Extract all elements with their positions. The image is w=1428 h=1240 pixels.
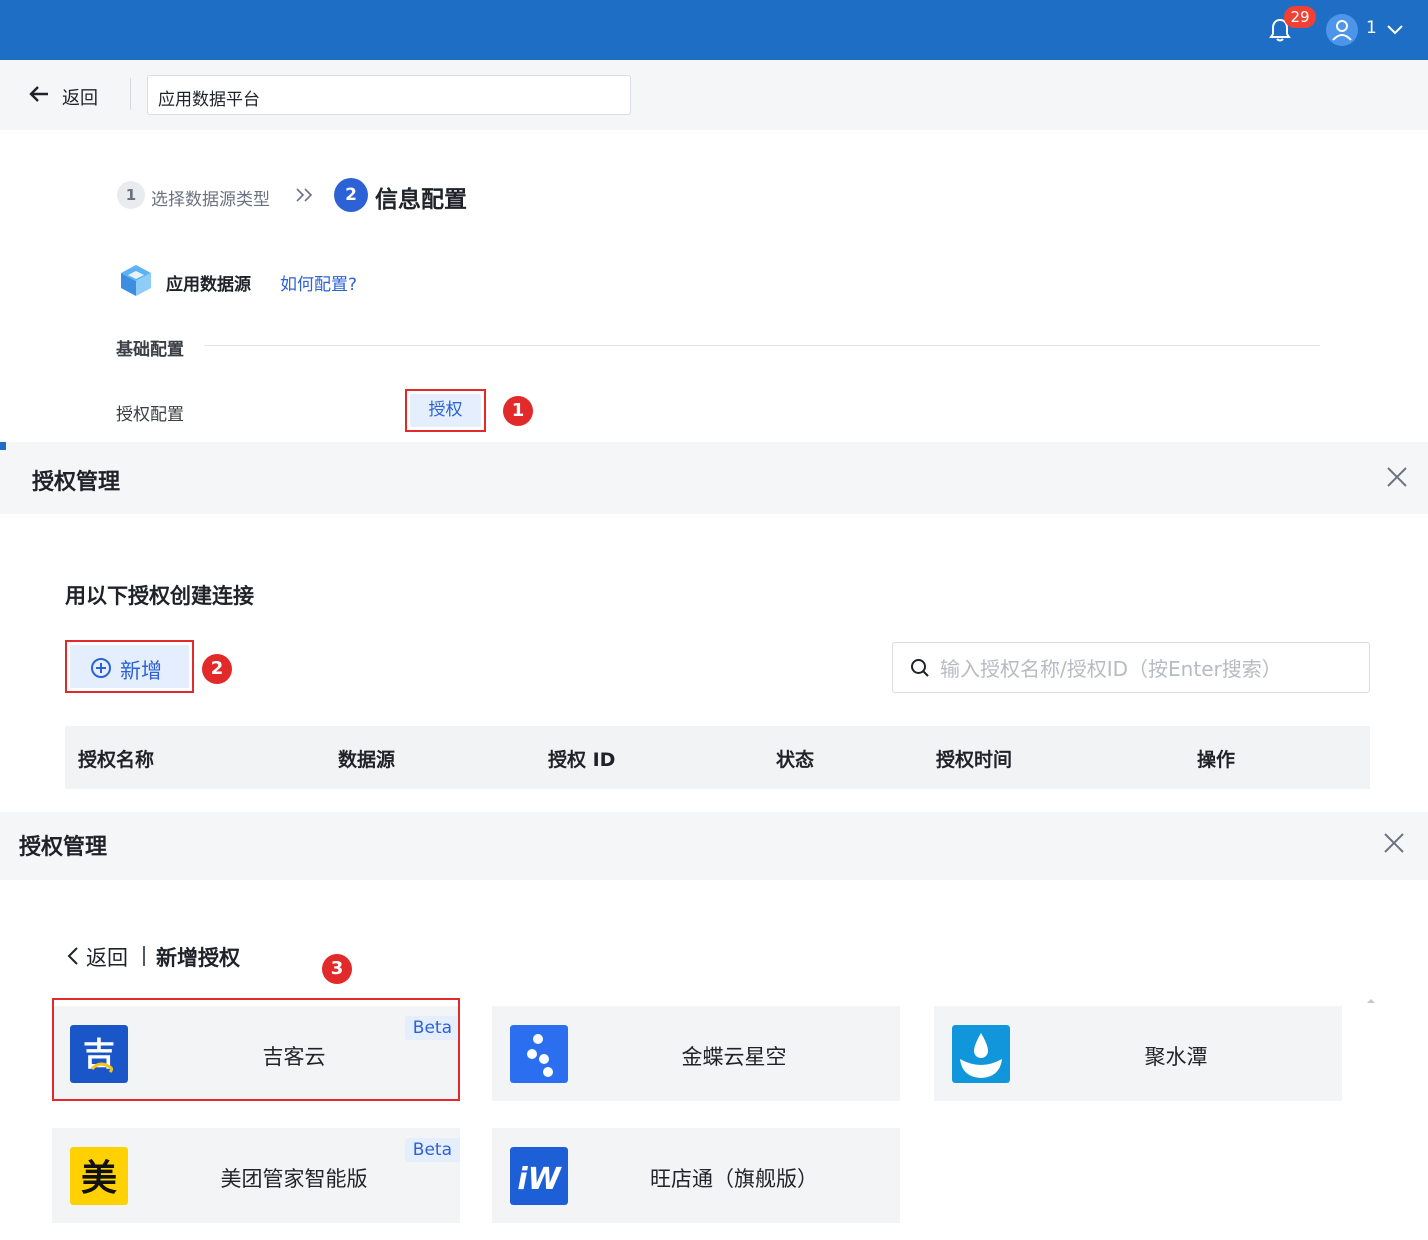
column-auth-name: 授权名称 <box>78 749 155 771</box>
chevron-left-icon[interactable] <box>66 946 80 966</box>
back-button[interactable]: 返回 <box>62 84 98 110</box>
back-arrow-icon[interactable] <box>28 84 50 104</box>
close-icon[interactable] <box>1383 832 1405 854</box>
card-name: 聚水潭 <box>1144 1045 1208 1069</box>
chevron-down-icon[interactable] <box>1384 20 1406 38</box>
card-name: 金蝶云星空 <box>681 1045 787 1069</box>
breadcrumb-divider <box>143 946 145 966</box>
step-marker-3: 3 <box>322 954 352 984</box>
close-icon[interactable] <box>1386 466 1408 488</box>
add-auth-label[interactable]: 新增 <box>120 655 162 685</box>
datasource-label: 应用数据源 <box>166 275 251 295</box>
card-jushuitan[interactable]: 聚水潭 <box>934 1006 1342 1101</box>
user-avatar[interactable] <box>1326 14 1358 46</box>
notification-badge: 29 <box>1284 6 1316 28</box>
app-datasource-icon <box>121 265 151 296</box>
wangdiantong-logo-icon: iW <box>510 1147 568 1205</box>
kingdee-logo-icon <box>510 1025 568 1083</box>
step-1-label[interactable]: 选择数据源类型 <box>151 185 270 210</box>
user-icon <box>1332 20 1352 41</box>
step-1-number: 1 <box>117 181 145 209</box>
svg-text:iW: iW <box>517 1162 562 1197</box>
top-bar <box>0 0 1428 60</box>
auth-dialog-header <box>0 442 1428 514</box>
column-auth-time: 授权时间 <box>936 749 1013 771</box>
search-icon <box>911 659 929 677</box>
svg-text:美: 美 <box>81 1158 117 1199</box>
step-marker-1: 1 <box>503 396 533 426</box>
card-name: 美团管家智能版 <box>220 1167 368 1191</box>
authorize-button[interactable]: 授权 <box>410 394 481 427</box>
meituan-logo-icon: 美 <box>70 1147 128 1205</box>
beta-badge: Beta <box>404 1138 460 1162</box>
column-status: 状态 <box>776 749 815 771</box>
card-name: 旺店通（旗舰版） <box>650 1167 818 1191</box>
search-input[interactable] <box>940 655 1360 683</box>
card-meituan[interactable]: 美 美团管家智能版 Beta <box>52 1128 460 1223</box>
step-2-label: 信息配置 <box>375 187 467 213</box>
auth-dialog-title: 授权管理 <box>19 835 108 860</box>
auth-config-label: 授权配置 <box>116 405 184 425</box>
how-to-configure-link[interactable]: 如何配置? <box>280 270 357 295</box>
table-header <box>65 726 1370 789</box>
back-button[interactable]: 返回 <box>86 942 128 972</box>
basic-config-heading: 基础配置 <box>116 340 184 360</box>
dialog-subtitle: 用以下授权创建连接 <box>65 584 254 608</box>
step-marker-2: 2 <box>202 654 232 684</box>
section-divider <box>204 345 1320 346</box>
highlight-box <box>52 998 460 1101</box>
auth-dialog-title: 授权管理 <box>32 470 121 495</box>
column-auth-id: 授权 ID <box>548 749 616 771</box>
header-divider <box>130 78 131 110</box>
double-chevron-right-icon <box>296 188 313 202</box>
plus-circle-icon <box>91 658 111 678</box>
card-kingdee[interactable]: 金蝶云星空 <box>492 1006 900 1101</box>
header-edge <box>0 442 6 450</box>
user-name[interactable]: 1 <box>1366 18 1377 38</box>
platform-name-field[interactable]: 应用数据平台 <box>147 75 631 115</box>
column-datasource: 数据源 <box>338 749 396 771</box>
step-2-number: 2 <box>334 178 368 212</box>
add-auth-title: 新增授权 <box>156 946 240 970</box>
card-wangdiantong[interactable]: iW 旺店通（旗舰版） <box>492 1128 900 1223</box>
scroll-up-icon[interactable] <box>1366 998 1376 1004</box>
auth-dialog-header <box>0 812 1428 880</box>
column-actions: 操作 <box>1197 749 1236 771</box>
jushuitan-logo-icon <box>952 1025 1010 1083</box>
